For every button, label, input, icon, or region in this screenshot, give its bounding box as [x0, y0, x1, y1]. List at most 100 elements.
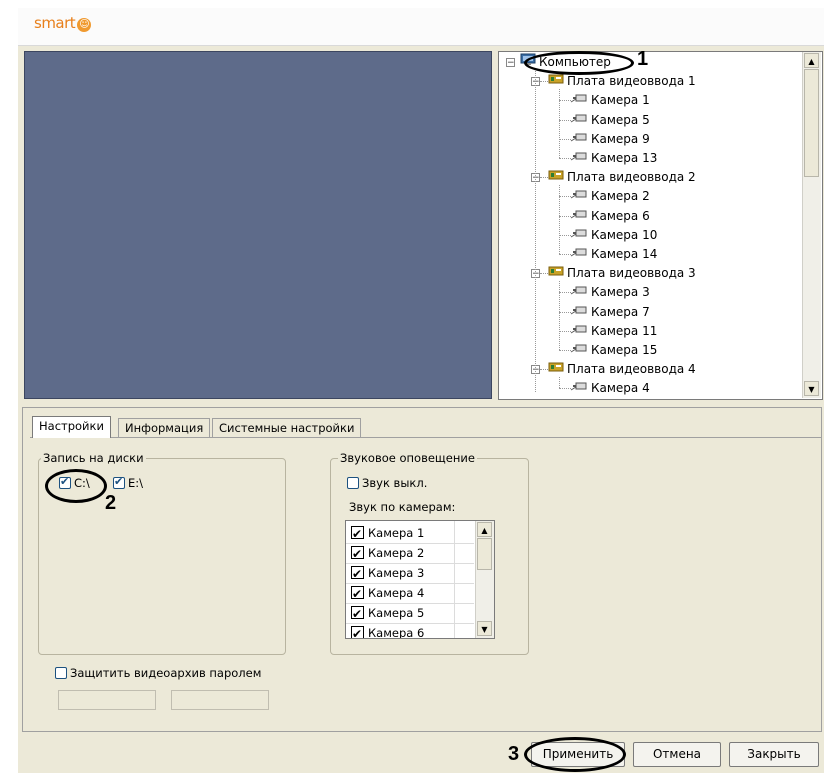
tree-item-label: Плата видеоввода 3 [567, 266, 696, 281]
tree-camera-item[interactable]: Камера 5 [570, 111, 650, 130]
tree-item-label: Камера 11 [591, 323, 658, 338]
camera-sound-checkbox[interactable] [351, 544, 364, 564]
tab-system-settings[interactable]: Системные настройки [212, 418, 362, 437]
annotation-ellipse-2 [45, 469, 107, 503]
capture-board-icon [548, 360, 564, 379]
camera-sound-row[interactable]: Камера 1 [346, 523, 474, 544]
tree-camera-item[interactable]: Камера 4 [570, 379, 650, 398]
camera-sound-label: Камера 2 [368, 546, 425, 560]
tree-item-label: Камера 13 [591, 151, 658, 165]
camera-icon [570, 245, 588, 264]
tree-camera-item[interactable]: Камера 11 [570, 322, 657, 341]
camera-icon [570, 303, 588, 322]
tree-camera-item[interactable]: Камера 7 [570, 303, 650, 322]
tab-information[interactable]: Информация [118, 418, 211, 437]
camera-sound-row[interactable]: Камера 6 [346, 623, 474, 639]
disk-e-label: E:\ [128, 475, 144, 490]
protect-archive-label: Защитить видеоархив паролем [70, 665, 262, 680]
device-tree[interactable] [498, 51, 823, 400]
tree-item-label: Камера 5 [591, 112, 650, 127]
disks-group-label: Запись на диски [41, 451, 146, 465]
scroll-down-arrow-icon[interactable]: ▼ [804, 381, 819, 396]
camera-sound-checkbox[interactable] [351, 624, 364, 638]
camera-icon [570, 322, 588, 341]
tab-settings[interactable]: Настройки [32, 416, 111, 438]
disk-e-checkbox[interactable]: E:\ [113, 475, 143, 490]
tree-item-label: Камера 15 [591, 343, 658, 357]
camera-icon [570, 207, 588, 226]
tree-item-label: Плата видеоввода 2 [567, 170, 696, 185]
tree-item-label: Камера 4 [591, 381, 650, 396]
capture-board-icon [548, 72, 564, 91]
annotation-ellipse-3 [524, 737, 626, 772]
camera-sound-row[interactable]: Камера 4 [346, 583, 474, 604]
camera-icon [570, 187, 588, 206]
checkbox-mute[interactable] [347, 476, 359, 489]
mute-checkbox[interactable]: Звук выкл. [347, 475, 427, 490]
capture-board-icon [548, 264, 564, 283]
camera-icon [570, 91, 588, 110]
sound-group-label: Звуковое оповещение [338, 451, 477, 465]
scroll-up-arrow-icon[interactable]: ▲ [804, 53, 819, 68]
tree-item-label: Плата видеоввода 4 [567, 362, 696, 377]
camera-sound-checkbox[interactable] [351, 564, 364, 584]
camera-list-scrollbar[interactable]: ▲ ▼ [475, 521, 494, 638]
checkbox-e[interactable] [113, 475, 125, 489]
protect-archive-checkbox[interactable]: Защитить видеоархив паролем [55, 665, 261, 680]
camera-sound-checkbox[interactable] [351, 584, 364, 604]
app-logo: smart ☺ [34, 14, 92, 32]
tree-camera-item[interactable]: Камера 10 [570, 226, 657, 245]
tree-item-label: Камера 1 [591, 93, 650, 108]
tree-camera-item[interactable]: Камера 9 [570, 130, 650, 149]
camera-sound-label: Камера 1 [368, 526, 425, 540]
camera-sound-row[interactable]: Камера 2 [346, 543, 474, 564]
tree-item-label: Камера 14 [591, 247, 658, 261]
tree-camera-item[interactable]: Камера 14 [570, 245, 657, 264]
scroll-thumb[interactable] [804, 69, 819, 177]
close-button[interactable]: Закрыть [729, 742, 819, 767]
camera-sound-label: Камера 6 [368, 626, 425, 639]
tree-camera-item[interactable]: Камера 3 [570, 283, 650, 302]
camera-sound-checkbox[interactable] [351, 604, 364, 624]
camera-sound-checkbox[interactable] [351, 524, 364, 544]
password-confirm-field[interactable] [171, 690, 269, 710]
camera-sound-row[interactable]: Камера 5 [346, 603, 474, 624]
scroll-up-arrow-icon[interactable]: ▲ [477, 522, 492, 537]
camera-sound-label: Камера 5 [368, 606, 425, 620]
tree-item-label: Камера 2 [591, 189, 650, 204]
tree-camera-item[interactable]: Камера 13 [570, 149, 657, 168]
scroll-thumb[interactable] [477, 538, 492, 570]
tree-scrollbar[interactable]: ▲ ▼ [802, 52, 821, 398]
tree-board-4[interactable]: Плата видеоввода 4 [548, 360, 696, 379]
camera-icon [570, 149, 588, 168]
annotation-ellipse-1 [524, 51, 634, 75]
tree-camera-item[interactable]: Камера 15 [570, 341, 657, 360]
cancel-button[interactable]: Отмена [633, 742, 721, 767]
tree-item-label: Камера 10 [591, 227, 658, 242]
annotation-marker-1: 1 [637, 48, 649, 70]
tree-board-2[interactable]: Плата видеоввода 2 [548, 168, 696, 187]
camera-sound-row[interactable]: Камера 3 [346, 563, 474, 584]
tree-camera-item[interactable]: Камера 6 [570, 207, 650, 226]
tree-camera-item[interactable]: Камера 1 [570, 91, 650, 110]
capture-board-icon [548, 168, 564, 187]
camera-icon [570, 283, 588, 302]
camera-icon [570, 111, 588, 130]
password-field[interactable] [58, 690, 156, 710]
tree-item-label: Плата видеоввода 1 [567, 74, 696, 89]
tree-item-label: Камера 9 [591, 131, 650, 146]
tree-board-1[interactable]: Плата видеоввода 1 [548, 72, 696, 91]
camera-icon [570, 130, 588, 149]
collapse-icon[interactable]: − [506, 58, 515, 68]
camera-sound-label: Камера 4 [368, 586, 425, 600]
tree-item-label: Камера 7 [591, 304, 650, 319]
checkbox-protect[interactable] [55, 666, 67, 679]
camera-sound-list[interactable]: Камера 1 Камера 2 Камера 3 Камера 4 Камера 5… [345, 520, 495, 639]
tree-board-3[interactable]: Плата видеоввода 3 [548, 264, 696, 283]
video-preview [24, 51, 492, 399]
title-bar [18, 8, 824, 46]
scroll-down-arrow-icon[interactable]: ▼ [477, 621, 492, 636]
tree-camera-item[interactable]: Камера 2 [570, 187, 650, 206]
tree-item-label: Камера 6 [591, 208, 650, 223]
annotation-marker-3: 3 [508, 743, 520, 765]
